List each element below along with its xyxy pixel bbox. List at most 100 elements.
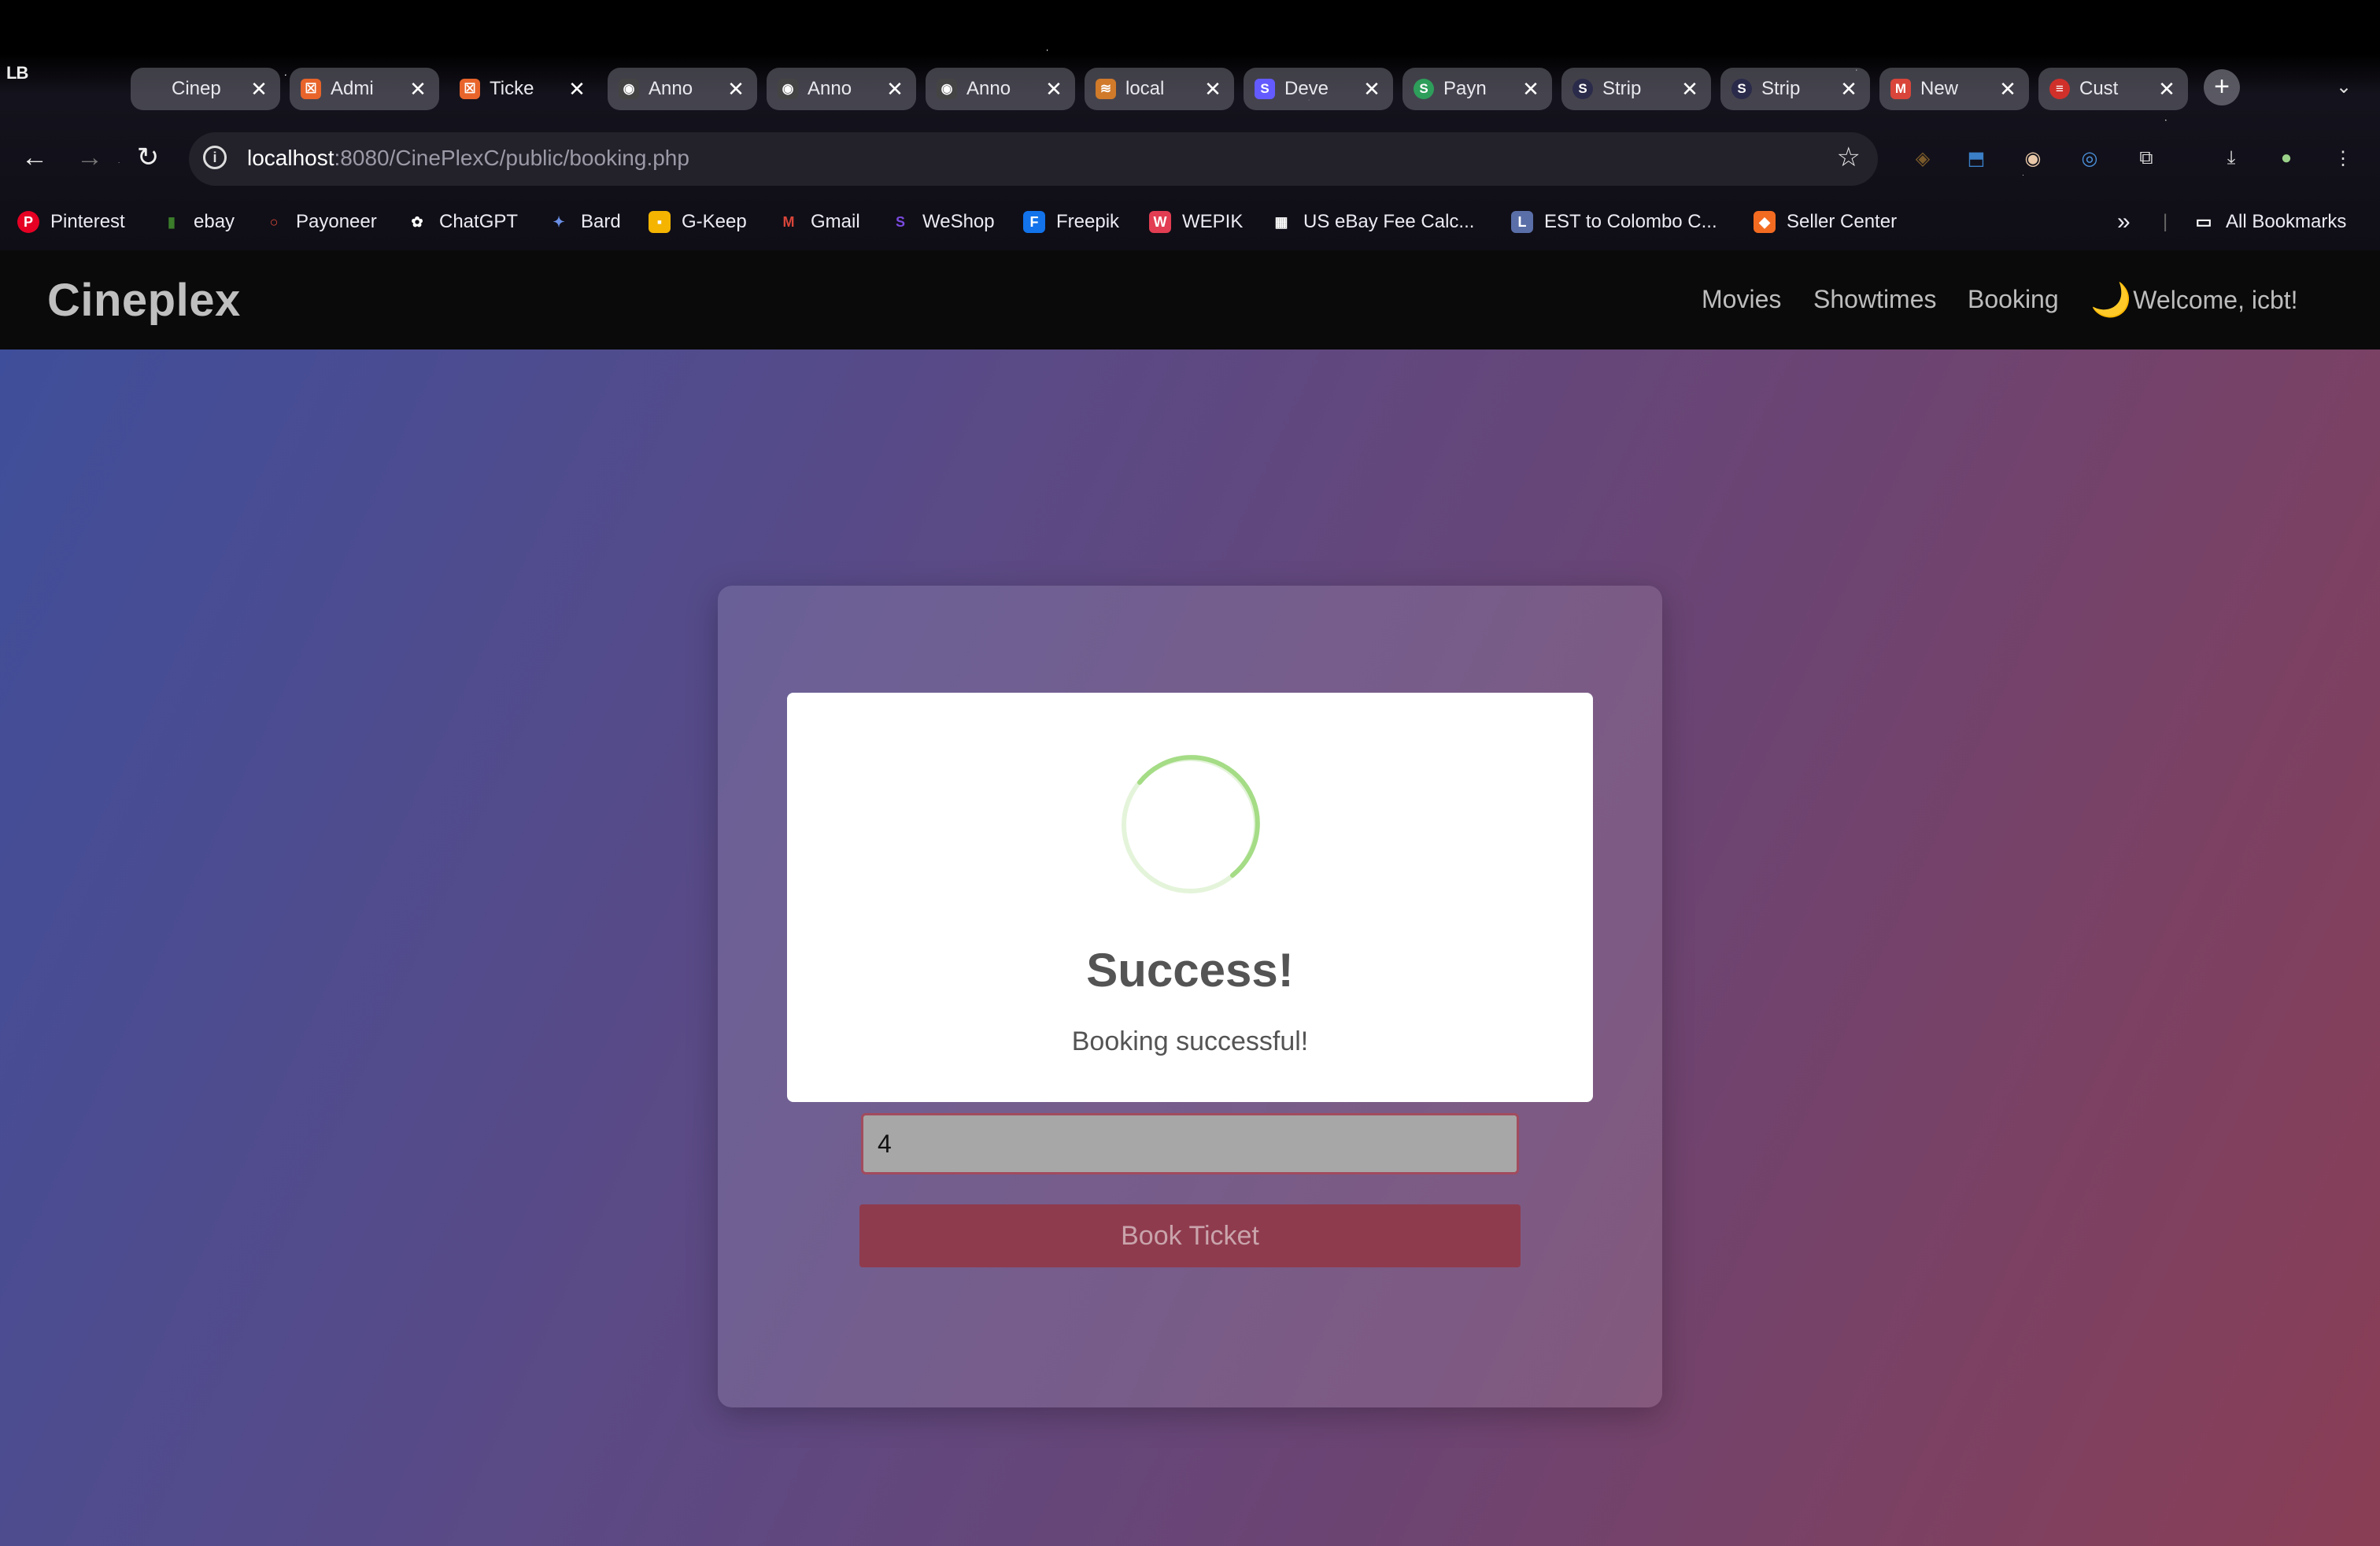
bookmark-chatgpt[interactable]: ✿ ChatGPT (406, 208, 518, 236)
tab-stripe-2[interactable]: S Strip ✕ (1720, 68, 1870, 110)
url-text[interactable]: localhost:8080/CinePlexC/public/booking.… (247, 146, 689, 171)
nav-link-booking[interactable]: Booking (1968, 285, 2059, 314)
bookmark-label: Pinterest (50, 211, 125, 232)
bookmark-seller-center[interactable]: ◆ Seller Center (1754, 208, 1897, 236)
tab-label: Payn (1443, 78, 1487, 99)
back-button[interactable]: ← (17, 142, 52, 173)
gmail-icon: M (782, 213, 795, 230)
bookmark-label: Freepik (1056, 211, 1120, 232)
profile-avatar[interactable]: ● (2271, 143, 2301, 173)
extension-icon[interactable]: ◎ (2075, 143, 2105, 173)
nav-link-movies[interactable]: Movies (1702, 285, 1781, 314)
bookmark-payoneer[interactable]: ○ Payoneer (263, 208, 377, 236)
book-ticket-button[interactable]: Book Ticket (859, 1204, 1521, 1267)
new-tab-button[interactable]: + (2204, 69, 2240, 105)
close-icon[interactable]: ✕ (408, 77, 428, 102)
bookmark-est-colombo[interactable]: L EST to Colombo C... (1511, 208, 1717, 236)
close-icon[interactable]: ✕ (1521, 77, 1541, 102)
tab-cineplex[interactable]: Cinep ✕ (131, 68, 280, 110)
tab-anno-3[interactable]: ◉ Anno ✕ (926, 68, 1075, 110)
bookmark-gmail[interactable]: M Gmail (778, 208, 860, 236)
tab-ticket-active[interactable]: ☒ Ticke ✕ (449, 68, 598, 110)
tab-custom[interactable]: ≡ Cust ✕ (2038, 68, 2188, 110)
site-brand-logo[interactable]: Cineplex (47, 274, 241, 327)
tab-favicon: ☒ (460, 79, 480, 99)
close-icon[interactable]: ✕ (249, 77, 269, 102)
menu-kebab-icon[interactable]: ⋮ (2328, 143, 2358, 173)
close-icon[interactable]: ✕ (1680, 77, 1700, 102)
extensions-puzzle-icon[interactable]: ⧉ (2131, 143, 2161, 173)
os-logo: LB (6, 63, 28, 83)
close-icon[interactable]: ✕ (2156, 77, 2177, 102)
freepik-icon: F (1023, 211, 1045, 233)
bookmark-ebay[interactable]: ▮ ebay (161, 208, 235, 236)
url-host: localhost (247, 146, 334, 170)
bookmark-pinterest[interactable]: P Pinterest (17, 208, 125, 236)
tab-search-icon[interactable]: ⌄ (2336, 76, 2352, 98)
bookmark-label: US eBay Fee Calc... (1303, 211, 1475, 232)
close-icon[interactable]: ✕ (1839, 77, 1859, 102)
bookmark-label: Bard (581, 211, 621, 232)
bookmark-label: Gmail (811, 211, 860, 232)
forward-button[interactable]: → (72, 142, 107, 173)
grid-icon: ▦ (1274, 213, 1288, 230)
bookmark-label: EST to Colombo C... (1544, 211, 1717, 232)
close-icon[interactable]: ✕ (1044, 77, 1064, 102)
user-greeting: 🌙 Welcome, icbt! (2090, 280, 2298, 320)
tab-anno-1[interactable]: ◉ Anno ✕ (608, 68, 757, 110)
url-path: :8080/CinePlexC/public/booking.php (334, 146, 689, 170)
bookmark-freepik[interactable]: F Freepik (1023, 208, 1119, 236)
extension-icon[interactable]: ◈ (1908, 143, 1938, 173)
moon-icon[interactable]: 🌙 (2090, 281, 2131, 320)
download-icon[interactable]: ⤓ (2216, 143, 2246, 173)
tab-favicon: ◉ (778, 79, 798, 99)
close-icon[interactable]: ✕ (1203, 77, 1223, 102)
address-bar[interactable]: i localhost:8080/CinePlexC/public/bookin… (189, 132, 1878, 186)
tab-favicon: S (1572, 79, 1593, 99)
bookmark-label: G-Keep (682, 211, 747, 232)
close-icon[interactable]: ✕ (1362, 77, 1382, 102)
extension-icon[interactable]: ⬒ (1961, 143, 1991, 173)
extension-icon[interactable]: ◉ (2018, 143, 2048, 173)
bookmark-star-icon[interactable]: ☆ (1837, 142, 1861, 173)
tab-localhost[interactable]: ≋ local ✕ (1085, 68, 1234, 110)
bookmarks-overflow-icon[interactable]: » (2117, 208, 2131, 236)
tab-label: Strip (1602, 78, 1642, 99)
nav-link-showtimes[interactable]: Showtimes (1813, 285, 1937, 314)
site-info-icon[interactable]: i (203, 146, 227, 169)
bookmarks-divider: | (2163, 211, 2168, 232)
modal-message: Booking successful! (1071, 1026, 1309, 1056)
bookmark-label: WeShop (922, 211, 995, 232)
bard-icon: ✦ (552, 213, 565, 230)
tab-developers[interactable]: S Deve ✕ (1244, 68, 1393, 110)
close-icon[interactable]: ✕ (1998, 77, 2018, 102)
success-spinner-icon (1122, 755, 1260, 893)
tab-payment[interactable]: S Payn ✕ (1402, 68, 1552, 110)
tab-label: Anno (649, 78, 693, 99)
close-icon[interactable]: ✕ (567, 77, 587, 102)
tab-label: Admi (331, 78, 374, 99)
bookmark-ebay-fee[interactable]: ▦ US eBay Fee Calc... (1270, 208, 1474, 236)
tab-admin[interactable]: ☒ Admi ✕ (290, 68, 439, 110)
payoneer-icon: ○ (269, 213, 279, 230)
bookmark-bard[interactable]: ✦ Bard (548, 208, 621, 236)
bookmark-weshop[interactable]: S WeShop (889, 208, 995, 236)
ticket-quantity-input[interactable] (861, 1113, 1519, 1174)
bookmark-label: Seller Center (1787, 211, 1898, 232)
bookmark-gkeep[interactable]: ▪ G-Keep (649, 208, 747, 236)
close-icon[interactable]: ✕ (885, 77, 905, 102)
tab-favicon: S (1731, 79, 1752, 99)
close-icon[interactable]: ✕ (726, 77, 746, 102)
tab-favicon: S (1414, 79, 1434, 99)
browser-chrome: LB Cinep ✕ ☒ Admi ✕ ☒ Ticke ✕ ◉ Anno ✕ ◉… (0, 0, 2380, 250)
bookmark-wepik[interactable]: W WEPIK (1149, 208, 1243, 236)
tab-favicon: ◉ (619, 79, 639, 99)
all-bookmarks[interactable]: ▭ All Bookmarks (2193, 208, 2347, 236)
tab-stripe-1[interactable]: S Strip ✕ (1561, 68, 1711, 110)
seller-center-icon: ◆ (1754, 211, 1776, 233)
tab-favicon: ◉ (937, 79, 957, 99)
tab-gmail-new[interactable]: M New ✕ (1879, 68, 2029, 110)
tab-label: Anno (808, 78, 852, 99)
tab-anno-2[interactable]: ◉ Anno ✕ (767, 68, 916, 110)
reload-button[interactable]: ↻ (131, 142, 165, 173)
